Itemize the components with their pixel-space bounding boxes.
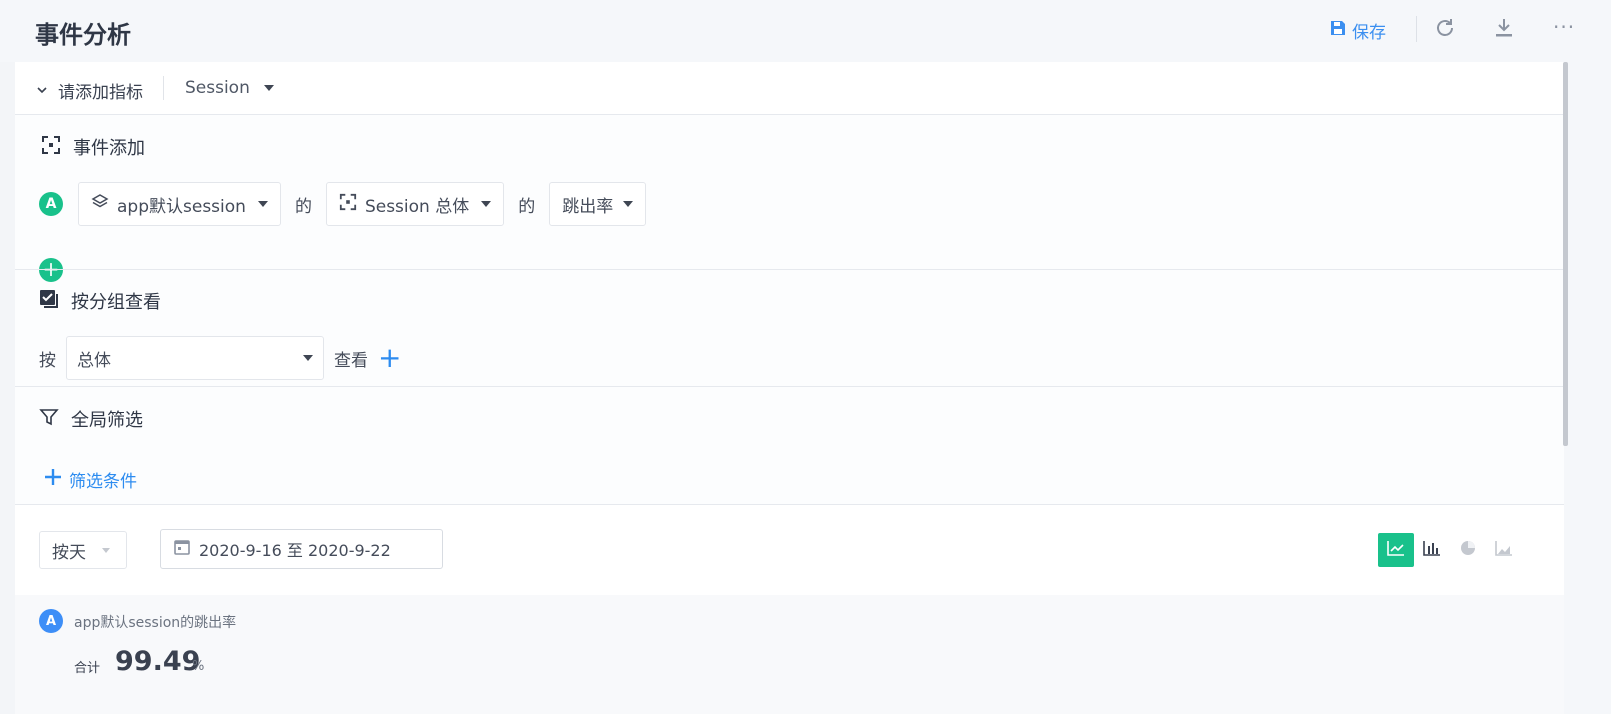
- caret-down-icon: [263, 85, 274, 91]
- caret-down-icon: [481, 201, 492, 207]
- group-view-label: 查看: [334, 350, 368, 371]
- scrollbar-track: [1564, 62, 1611, 714]
- result-summary: A app默认session的跳出率 合计 99.49 %: [15, 595, 1564, 714]
- divider: [1416, 16, 1417, 42]
- scan-icon: [41, 135, 61, 160]
- save-button[interactable]: 保存: [1330, 17, 1386, 43]
- area-chart-button[interactable]: [1486, 533, 1522, 567]
- total-unit: %: [192, 659, 205, 674]
- group-by-label: 按: [39, 350, 56, 371]
- divider: [163, 76, 164, 100]
- group-row: 按 总体 查看 +: [39, 336, 401, 380]
- plus-icon: [43, 467, 63, 492]
- date-range-picker[interactable]: 2020-9-16 至 2020-9-22: [160, 529, 443, 569]
- add-group-button[interactable]: +: [378, 344, 401, 372]
- refresh-icon: [1434, 19, 1456, 43]
- caret-down-icon: [102, 547, 110, 553]
- metric-select[interactable]: 跳出率: [549, 182, 647, 226]
- caret-down-icon: [257, 201, 268, 207]
- save-icon: [1330, 20, 1346, 41]
- bar-chart-icon: [1423, 540, 1441, 560]
- add-event-button[interactable]: +: [39, 258, 63, 282]
- more-button[interactable]: ···: [1553, 17, 1579, 43]
- line-chart-icon: [1387, 540, 1405, 560]
- add-filter-button[interactable]: 筛选条件: [43, 467, 137, 492]
- checkbox-icon[interactable]: [39, 289, 59, 314]
- caret-down-icon: [303, 355, 313, 361]
- page-title: 事件分析: [35, 21, 131, 49]
- chart-type-switcher: [1378, 533, 1522, 567]
- download-icon: [1494, 19, 1514, 43]
- date-range-value: 2020-9-16 至 2020-9-22: [199, 541, 391, 560]
- total-label: 合计: [74, 661, 101, 676]
- property-select[interactable]: Session 总体: [325, 182, 505, 226]
- group-select-value: 总体: [77, 350, 111, 371]
- download-button[interactable]: [1494, 17, 1520, 43]
- controls-row: 按天 2020-9-16 至 2020-9-22: [15, 505, 1564, 595]
- granularity-value: 按天: [52, 542, 86, 563]
- group-section-title: 按分组查看: [71, 292, 161, 313]
- filter-icon: [39, 407, 59, 432]
- group-section-header: 按分组查看: [39, 288, 161, 314]
- add-indicator-label[interactable]: 请添加指标: [58, 78, 143, 103]
- refresh-button[interactable]: [1434, 17, 1460, 43]
- caret-down-icon: [623, 201, 634, 207]
- scrollbar[interactable]: [1563, 62, 1568, 446]
- indicator-row: 请添加指标 Session: [15, 62, 1564, 115]
- session-select-value: Session: [185, 78, 250, 98]
- total-value: 99.49: [115, 646, 201, 677]
- metric-select-value: 跳出率: [562, 196, 614, 217]
- event-select[interactable]: app默认session: [78, 182, 281, 226]
- bar-chart-button[interactable]: [1414, 533, 1450, 567]
- calendar-icon: [173, 538, 191, 560]
- event-section-header: 事件添加: [41, 134, 145, 160]
- filter-section-header: 全局筛选: [39, 406, 143, 432]
- more-icon: ···: [1553, 15, 1576, 39]
- save-label: 保存: [1352, 22, 1386, 43]
- event-section-title: 事件添加: [73, 138, 145, 159]
- event-badge: A: [39, 192, 63, 216]
- metric-name: app默认session的跳出率: [74, 615, 237, 631]
- event-row: A app默认session 的 Session 总体 的 跳出率: [39, 182, 647, 226]
- scan-icon: [339, 193, 357, 216]
- chevron-down-icon[interactable]: [36, 81, 50, 95]
- granularity-select[interactable]: 按天: [39, 531, 127, 569]
- top-bar: 事件分析 保存 ···: [0, 0, 1611, 62]
- property-select-value: Session 总体: [364, 196, 470, 217]
- layers-icon: [91, 193, 109, 216]
- divider: [15, 269, 1564, 270]
- metric-badge: A: [39, 609, 63, 633]
- divider: [15, 386, 1564, 387]
- pie-chart-button[interactable]: [1450, 533, 1486, 567]
- analysis-panel: 请添加指标 Session 事件添加 A app默认session 的 Sess…: [15, 62, 1564, 714]
- filter-section-title: 全局筛选: [71, 410, 143, 431]
- area-chart-icon: [1495, 540, 1513, 560]
- pie-chart-icon: [1459, 539, 1477, 561]
- group-select[interactable]: 总体: [66, 336, 324, 380]
- connector-text: 的: [294, 196, 312, 217]
- line-chart-button[interactable]: [1378, 533, 1414, 567]
- event-select-value: app默认session: [117, 196, 246, 217]
- connector-text: 的: [518, 196, 536, 217]
- add-filter-label: 筛选条件: [69, 472, 137, 492]
- session-select[interactable]: Session: [185, 78, 274, 98]
